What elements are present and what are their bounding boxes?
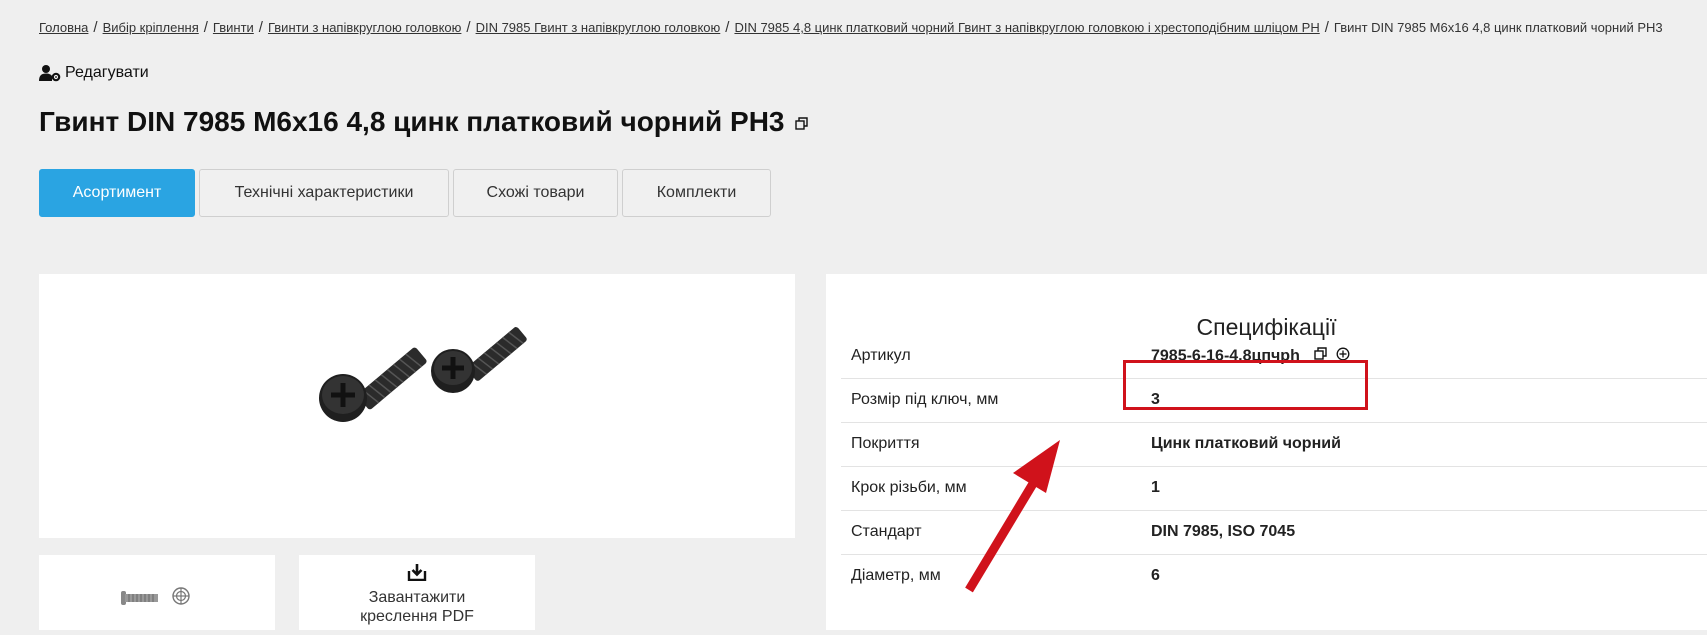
edit-label: Редагувати	[65, 64, 149, 81]
spec-value: DIN 7985, ISO 7045	[1151, 523, 1296, 540]
sku-highlight-box	[1123, 360, 1368, 410]
breadcrumb-link-fastener-choice[interactable]: Вибір кріплення	[103, 20, 199, 35]
breadcrumb-link-home[interactable]: Головна	[39, 20, 88, 35]
breadcrumb-link-pan-head-screws[interactable]: Гвинти з напівкруглою головкою	[268, 20, 461, 35]
product-image-card[interactable]	[39, 274, 795, 538]
spec-label: Крок різьби, мм	[851, 479, 967, 496]
spec-value: Цинк платковий чорний	[1151, 435, 1341, 452]
breadcrumb-separator: /	[258, 19, 263, 36]
breadcrumb-separator: /	[203, 19, 208, 36]
product-image	[319, 327, 527, 422]
breadcrumb-link-din7985-black-zinc[interactable]: DIN 7985 4,8 цинк платковий чорний Гвинт…	[734, 20, 1319, 35]
breadcrumb: Головна / Вибір кріплення / Гвинти / Гвинти з …	[39, 19, 1663, 36]
breadcrumb-separator: /	[466, 19, 471, 36]
thumbnail-screw[interactable]	[39, 555, 275, 630]
spec-label: Стандарт	[851, 523, 922, 540]
spec-row-diameter: Діаметр, мм 6	[841, 554, 1707, 598]
specifications-card: Специфікації Артикул 7985-6-16-4,8цпчрh	[826, 274, 1707, 630]
spec-row-standard: Стандарт DIN 7985, ISO 7045	[841, 510, 1707, 555]
spec-value: 6	[1151, 567, 1160, 584]
spec-label: Покриття	[851, 435, 920, 452]
tab-technical-specs[interactable]: Технічні характеристики	[199, 169, 449, 217]
breadcrumb-separator: /	[725, 19, 730, 36]
breadcrumb-separator: /	[1324, 19, 1329, 36]
spec-label: Артикул	[851, 347, 911, 364]
add-circle-icon[interactable]	[171, 586, 191, 611]
edit-link[interactable]: Редагувати	[39, 64, 149, 82]
spec-value: 1	[1151, 479, 1160, 496]
tab-similar-products[interactable]: Схожі товари	[453, 169, 618, 217]
download-icon	[299, 563, 535, 586]
copy-icon[interactable]	[794, 106, 809, 138]
breadcrumb-link-din7985[interactable]: DIN 7985 Гвинт з напівкруглою головкою	[476, 20, 721, 35]
page-title: Гвинт DIN 7985 M6x16 4,8 цинк платковий …	[39, 106, 809, 138]
product-tabs: Асортимент Технічні характеристики Схожі…	[39, 169, 771, 217]
breadcrumb-current: Гвинт DIN 7985 M6x16 4,8 цинк платковий …	[1333, 20, 1663, 35]
screw-thumbnail-icon	[121, 591, 158, 605]
tab-kits[interactable]: Комплекти	[622, 169, 771, 217]
spec-row-coating: Покриття Цинк платковий чорний	[841, 422, 1707, 467]
spec-label: Розмір під ключ, мм	[851, 391, 999, 408]
spec-row-thread-pitch: Крок різьби, мм 1	[841, 466, 1707, 511]
download-drawing-pdf[interactable]: Завантажити креслення PDF	[299, 555, 535, 630]
breadcrumb-link-screws[interactable]: Гвинти	[213, 20, 254, 35]
tab-assortment[interactable]: Асортимент	[39, 169, 195, 217]
download-label-line2: креслення PDF	[360, 608, 474, 625]
page-title-text: Гвинт DIN 7985 M6x16 4,8 цинк платковий …	[39, 106, 785, 137]
breadcrumb-separator: /	[93, 19, 98, 36]
user-gear-icon	[39, 64, 61, 82]
download-label-line1: Завантажити	[368, 589, 466, 606]
spec-label: Діаметр, мм	[851, 567, 941, 584]
